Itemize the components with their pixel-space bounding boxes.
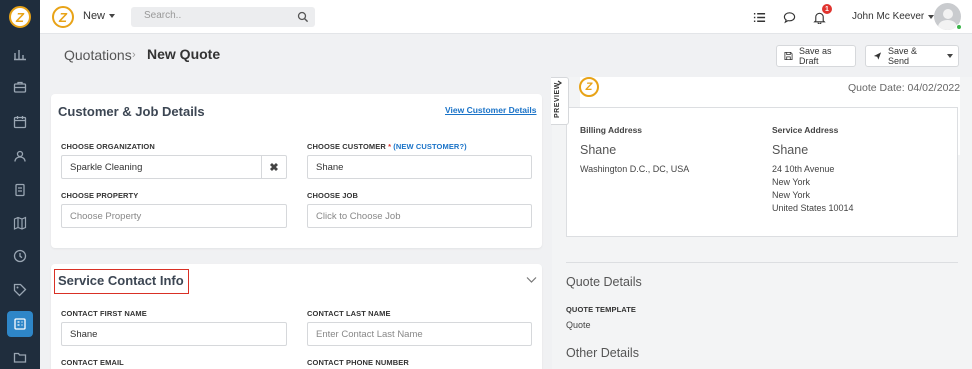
- billing-heading: Billing Address: [580, 125, 643, 135]
- organization-value: Sparkle Cleaning: [70, 161, 143, 173]
- app-logo[interactable]: Z: [0, 0, 40, 34]
- save-send-dropdown[interactable]: [942, 45, 959, 67]
- email-label: CONTACT EMAIL: [61, 358, 124, 367]
- service-name: Shane: [772, 143, 809, 157]
- users-icon[interactable]: [8, 144, 32, 168]
- billing-address: Washington D.C., DC, USA: [580, 164, 690, 174]
- preview-logo: Z: [579, 77, 599, 97]
- avatar-head: [943, 9, 953, 19]
- preview-tab-label: PREVIEW: [554, 82, 561, 118]
- list-view-icon[interactable]: [751, 9, 767, 25]
- property-label: CHOOSE PROPERTY: [61, 191, 139, 200]
- preview-panel: Z Quote Date: 04/02/2022 Billing Address…: [552, 77, 972, 369]
- service-contact-card: Service Contact Info CONTACT FIRST NAME …: [51, 264, 542, 369]
- user-name: John Mc Keever: [852, 11, 925, 22]
- logo-icon: Z: [52, 6, 74, 28]
- save-send-button[interactable]: Save & Send: [865, 45, 943, 67]
- page-title: New Quote: [147, 46, 221, 62]
- new-dropdown-button[interactable]: New: [83, 10, 116, 22]
- chevron-down-icon: [109, 14, 116, 18]
- map-icon[interactable]: [8, 211, 32, 235]
- search-icon[interactable]: [297, 11, 309, 23]
- last-name-label: CONTACT LAST NAME: [307, 309, 391, 318]
- save-draft-button[interactable]: Save as Draft: [776, 45, 856, 67]
- customer-job-card: Customer & Job Details View Customer Det…: [51, 94, 542, 248]
- breadcrumb-separator: ›: [132, 49, 136, 61]
- view-customer-details-link[interactable]: View Customer Details: [445, 105, 537, 115]
- property-placeholder: Choose Property: [70, 210, 142, 222]
- customer-value: Shane: [316, 161, 344, 173]
- template-value: Quote: [566, 320, 591, 330]
- org-label: CHOOSE ORGANIZATION: [61, 142, 155, 151]
- template-label: QUOTE TEMPLATE: [566, 305, 637, 314]
- first-name-label: CONTACT FIRST NAME: [61, 309, 147, 318]
- service-heading: Service Address: [772, 125, 839, 135]
- job-placeholder: Click to Choose Job: [316, 210, 401, 222]
- property-field[interactable]: Choose Property: [61, 204, 287, 228]
- chevron-down-icon[interactable]: [526, 276, 537, 284]
- avatar-body: [938, 20, 957, 30]
- quote-date: Quote Date: 04/02/2022: [848, 82, 961, 94]
- organization-field[interactable]: Sparkle Cleaning ✖: [61, 155, 287, 179]
- billing-name: Shane: [580, 143, 617, 157]
- logo-icon: Z: [9, 6, 31, 28]
- save-send-label: Save & Send: [887, 46, 917, 66]
- sidebar: Z: [0, 0, 40, 369]
- breadcrumb-quotations[interactable]: Quotations: [64, 47, 132, 63]
- chevron-down-icon: [947, 54, 953, 58]
- quote-details-heading: Quote Details: [566, 275, 642, 289]
- top-bar: Z New 1 John Mc Keever: [40, 0, 972, 34]
- chart-icon[interactable]: [8, 42, 32, 66]
- job-field[interactable]: Click to Choose Job: [307, 204, 532, 228]
- send-icon: [873, 52, 882, 60]
- user-menu[interactable]: John Mc Keever: [852, 11, 935, 22]
- logo-icon: Z: [579, 77, 599, 97]
- phone-label: CONTACT PHONE NUMBER: [307, 358, 409, 367]
- topbar-logo[interactable]: Z: [52, 6, 74, 28]
- calendar-icon[interactable]: [8, 110, 32, 134]
- last-name-field[interactable]: Enter Contact Last Name: [307, 322, 532, 346]
- customer-label-text: CHOOSE CUSTOMER: [307, 142, 386, 151]
- new-customer-link[interactable]: (NEW CUSTOMER?): [393, 142, 466, 151]
- search-input[interactable]: [144, 10, 294, 21]
- last-name-placeholder: Enter Contact Last Name: [316, 328, 423, 340]
- invoice-icon[interactable]: [8, 178, 32, 202]
- first-name-value: Shane: [70, 328, 98, 340]
- briefcase-icon[interactable]: [8, 75, 32, 99]
- close-icon: ✖: [269, 161, 279, 174]
- service-address-line4: United States 10014: [772, 203, 854, 213]
- service-address-line1: 24 10th Avenue: [772, 164, 835, 174]
- notification-badge: 1: [822, 4, 832, 14]
- other-details-heading: Other Details: [566, 346, 639, 360]
- customer-label: CHOOSE CUSTOMER * (NEW CUSTOMER?): [307, 142, 467, 151]
- required-marker: *: [388, 142, 392, 151]
- clear-organization-button[interactable]: ✖: [261, 155, 286, 179]
- new-label: New: [83, 10, 106, 22]
- address-box: Billing Address Shane Washington D.C., D…: [566, 107, 958, 237]
- service-address-line3: New York: [772, 190, 811, 200]
- save-draft-label: Save as Draft: [798, 46, 832, 66]
- divider: [566, 262, 958, 263]
- customer-field[interactable]: Shane: [307, 155, 532, 179]
- clock-icon[interactable]: [8, 244, 32, 268]
- first-name-field[interactable]: Shane: [61, 322, 287, 346]
- chat-icon[interactable]: [781, 9, 797, 25]
- online-status-dot: [956, 24, 962, 30]
- tag-icon[interactable]: [8, 278, 32, 302]
- quotes-icon[interactable]: [7, 311, 33, 337]
- job-label: CHOOSE JOB: [307, 191, 359, 200]
- card-title: Service Contact Info: [58, 273, 184, 288]
- card-title: Customer & Job Details: [58, 104, 205, 119]
- service-address-line2: New York: [772, 177, 811, 187]
- folder-icon[interactable]: [8, 345, 32, 369]
- search-box: [131, 7, 315, 27]
- save-icon: [784, 52, 793, 60]
